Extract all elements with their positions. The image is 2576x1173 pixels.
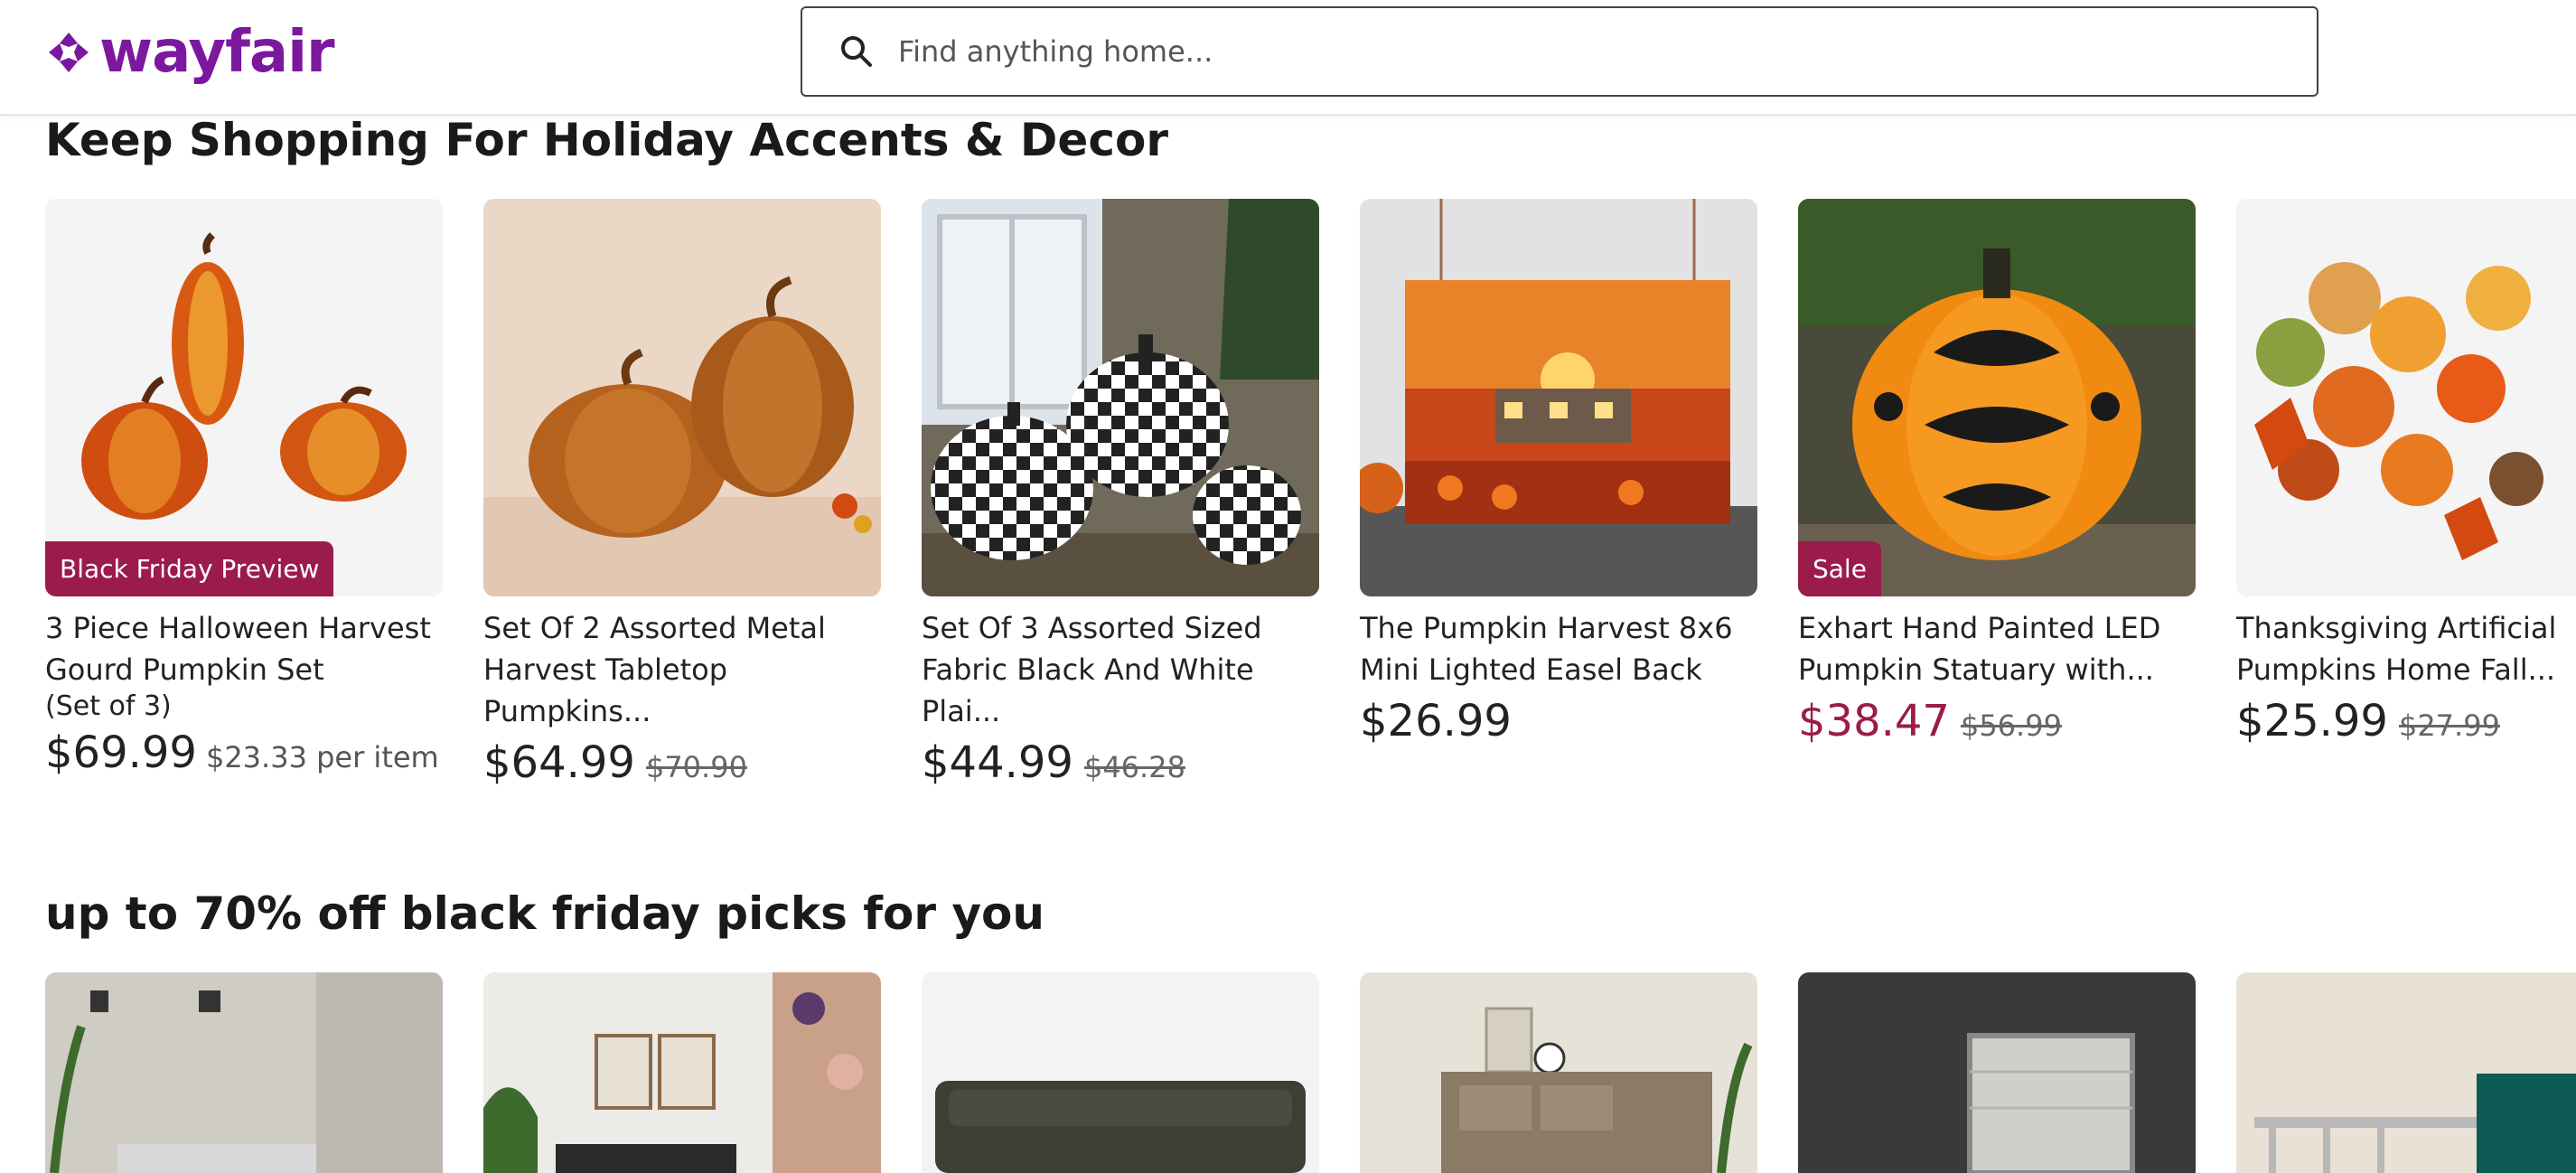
product-price: $38.47 xyxy=(1798,696,1950,746)
product-image[interactable] xyxy=(922,972,1319,1173)
led-pumpkin-statuary-image xyxy=(1798,199,2196,596)
product-name[interactable]: Set Of 2 Assorted Metal Harvest Tabletop… xyxy=(483,607,881,732)
price-row: $44.99 $46.28 xyxy=(922,737,1319,788)
nursery-wall-image xyxy=(483,972,881,1173)
product-image[interactable] xyxy=(922,199,1319,596)
product-name[interactable]: Set Of 3 Assorted Sized Fabric Black And… xyxy=(922,607,1319,732)
sideboard-image xyxy=(1360,972,1757,1173)
product-image[interactable] xyxy=(45,972,443,1173)
product-set-size: (Set of 3) xyxy=(45,690,172,722)
search-bar[interactable] xyxy=(801,6,2318,97)
original-price: $27.99 xyxy=(2398,708,2500,743)
product-card[interactable]: The Pumpkin Harvest 8x6 Mini Lighted Eas… xyxy=(1360,199,1757,746)
product-price: $26.99 xyxy=(1360,696,1512,746)
price-row: $26.99 xyxy=(1360,696,1757,746)
price-row: $64.99 $70.90 xyxy=(483,737,881,788)
leather-sofa-image xyxy=(922,972,1319,1173)
price-row: $69.99 $23.33 per item xyxy=(45,727,443,778)
roman-shade-image xyxy=(1798,972,2196,1173)
search-input[interactable] xyxy=(896,33,2255,70)
product-image[interactable] xyxy=(1360,972,1757,1173)
product-image[interactable]: Black Friday Preview xyxy=(45,199,443,596)
product-price: $25.99 xyxy=(2236,696,2388,746)
artificial-pumpkins-image xyxy=(2236,199,2576,596)
window-frame-corner xyxy=(2477,1074,2576,1173)
plaid-pumpkins-image xyxy=(922,199,1319,596)
gourd-pumpkin-set-image xyxy=(45,199,443,596)
original-price: $56.99 xyxy=(1960,708,2062,743)
product-image[interactable] xyxy=(1360,199,1757,596)
price-row: $38.47 $56.99 xyxy=(1798,696,2196,746)
product-image[interactable] xyxy=(1798,972,2196,1173)
original-price: $46.28 xyxy=(1083,750,1185,784)
product-name[interactable]: Exhart Hand Painted LED Pumpkin Statuary… xyxy=(1798,607,2196,690)
search-icon xyxy=(841,36,872,67)
section-title-holiday: Keep Shopping For Holiday Accents & Deco… xyxy=(45,114,1168,166)
sale-badge: Sale xyxy=(1798,541,1881,596)
pumpkin-harvest-canvas-image xyxy=(1360,199,1757,596)
wayfair-logo[interactable]: wayfair xyxy=(47,19,335,86)
product-price: $44.99 xyxy=(922,737,1073,788)
logo-wordmark: wayfair xyxy=(99,19,335,86)
original-price: $70.90 xyxy=(645,750,747,784)
wayfair-logo-mark-icon xyxy=(49,33,89,72)
product-price: $64.99 xyxy=(483,737,635,788)
product-card[interactable]: Black Friday Preview 3 Piece Halloween H… xyxy=(45,199,443,778)
product-card[interactable]: Set Of 2 Assorted Metal Harvest Tabletop… xyxy=(483,199,881,788)
product-name[interactable]: 3 Piece Halloween Harvest Gourd Pumpkin … xyxy=(45,607,443,690)
product-card[interactable]: Sale Exhart Hand Painted LED Pumpkin Sta… xyxy=(1798,199,2196,746)
living-room-image xyxy=(45,972,443,1173)
price-row: $25.99 $27.99 xyxy=(2236,696,2576,746)
product-image[interactable] xyxy=(2236,199,2576,596)
product-name[interactable]: Thanksgiving Artificial Pumpkins Home Fa… xyxy=(2236,607,2576,690)
site-header: wayfair xyxy=(0,0,2576,116)
black-friday-badge: Black Friday Preview xyxy=(45,541,334,596)
product-card[interactable]: Set Of 3 Assorted Sized Fabric Black And… xyxy=(922,199,1319,788)
product-image[interactable] xyxy=(483,972,881,1173)
product-price: $69.99 xyxy=(45,727,197,778)
product-image[interactable] xyxy=(483,199,881,596)
product-name[interactable]: The Pumpkin Harvest 8x6 Mini Lighted Eas… xyxy=(1360,607,1757,690)
section-title-black-friday: up to 70% off black friday picks for you xyxy=(45,887,1045,940)
product-image[interactable]: Sale xyxy=(1798,199,2196,596)
metal-pumpkins-image xyxy=(483,199,881,596)
per-item-price: $23.33 per item xyxy=(205,740,439,774)
product-card[interactable]: Thanksgiving Artificial Pumpkins Home Fa… xyxy=(2236,199,2576,746)
